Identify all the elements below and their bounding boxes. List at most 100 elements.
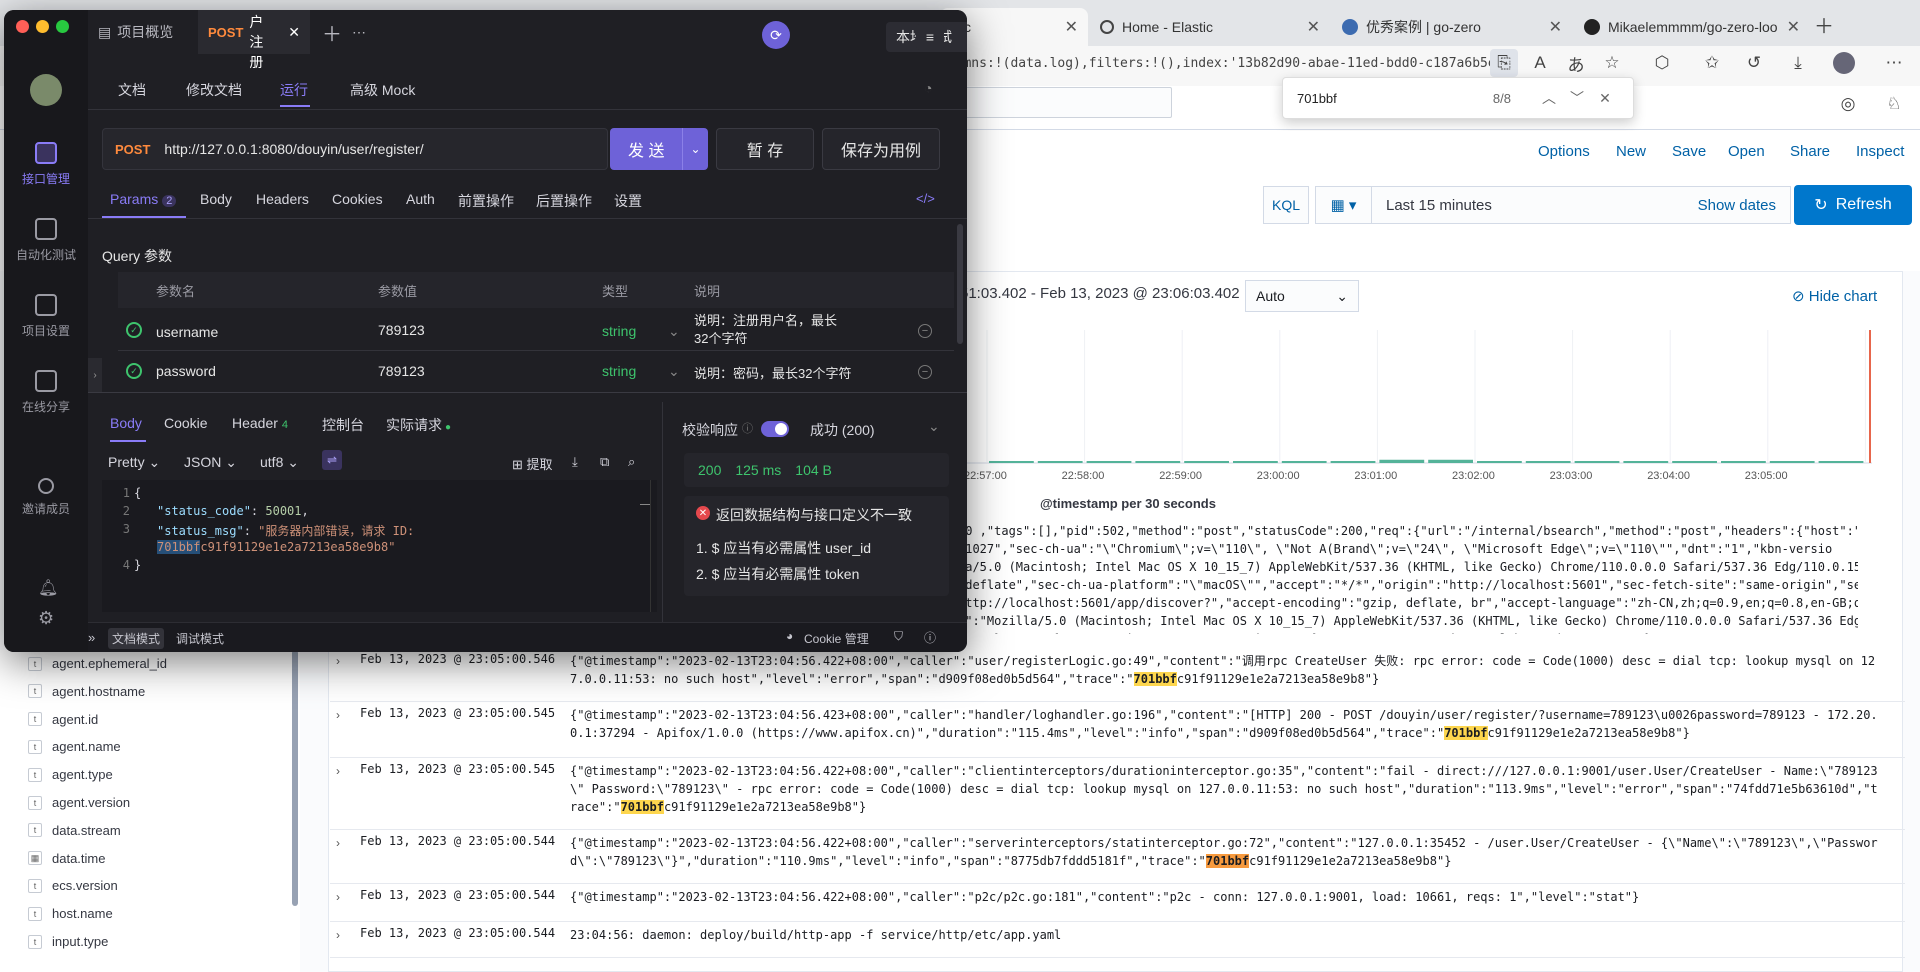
histogram-bar[interactable] xyxy=(1672,461,1717,463)
search-icon[interactable]: ⌕ xyxy=(628,454,635,470)
histogram-bar[interactable] xyxy=(1477,461,1522,463)
close-icon[interactable]: ✕ xyxy=(1307,17,1320,37)
close-window-button[interactable] xyxy=(16,20,29,33)
hide-chart-button[interactable]: ⊘ Hide chart xyxy=(1792,287,1877,305)
request-url[interactable]: http://127.0.0.1:8080/douyin/user/regist… xyxy=(164,141,423,157)
avatar[interactable] xyxy=(1833,52,1855,74)
favorites-icon[interactable]: ✩ xyxy=(1698,49,1726,77)
history-icon[interactable]: ↺ xyxy=(1740,49,1768,77)
field-item[interactable]: t agent.name xyxy=(28,739,121,754)
chevron-down-icon[interactable]: ⌄ xyxy=(928,418,940,435)
tab-register[interactable]: POST 用户注册 ✕ xyxy=(198,10,310,70)
extensions-icon[interactable]: ⬡ xyxy=(1648,49,1676,77)
sync-icon[interactable]: ⟳ xyxy=(762,21,790,49)
avatar[interactable] xyxy=(30,74,62,106)
close-icon[interactable]: ✕ xyxy=(1065,17,1078,37)
bell-icon[interactable]: 🔔︎ xyxy=(38,578,58,598)
histogram-bar[interactable] xyxy=(1623,461,1669,463)
check-icon[interactable]: ✓ xyxy=(126,322,142,338)
histogram-bar[interactable] xyxy=(989,461,1034,463)
field-item[interactable]: t data.stream xyxy=(28,823,121,838)
field-item[interactable]: t agent.hostname xyxy=(28,684,145,699)
histogram-bar[interactable] xyxy=(1379,459,1425,463)
menu-inspect[interactable]: Inspect xyxy=(1856,143,1904,160)
tab-edit-doc[interactable]: 修改文档 xyxy=(186,80,242,100)
validate-toggle[interactable] xyxy=(761,421,789,437)
chevron-down-icon[interactable]: ﹀ xyxy=(1563,88,1591,108)
encoding-select[interactable]: utf8 ⌄ xyxy=(260,454,299,471)
table-row[interactable]: › Feb 13, 2023 @ 23:05:00.544 {"@timestamp… xyxy=(330,830,1905,884)
favorite-add-icon[interactable]: ☆ xyxy=(1598,49,1626,77)
cookie-manager-button[interactable]: Cookie 管理 xyxy=(804,630,869,647)
request-method[interactable]: POST xyxy=(115,142,150,157)
menu-icon[interactable]: ≡ xyxy=(916,24,944,50)
language-icon[interactable]: あ xyxy=(1562,49,1590,77)
tab-doc[interactable]: 文档 xyxy=(118,80,146,100)
params-scrollbar[interactable] xyxy=(957,224,963,344)
chevron-right-icon[interactable]: › xyxy=(336,928,340,942)
browser-tab-github[interactable]: Mikaelemmmm/go-zero-looklo ✕ xyxy=(1574,8,1810,46)
validation-result-select[interactable]: 成功 (200) xyxy=(810,420,875,440)
find-input[interactable]: 701bbf xyxy=(1297,91,1493,106)
resp-tab-console[interactable]: 控制台 xyxy=(322,415,364,435)
browser-tab-home-elastic[interactable]: Home - Elastic ✕ xyxy=(1090,8,1330,46)
sidebar-item-share[interactable]: 在线分享 xyxy=(4,370,88,415)
help-icon[interactable]: ◎ xyxy=(1834,90,1862,118)
param-desc[interactable]: 说明：注册用户名，最长32个字符 xyxy=(694,312,844,348)
wrap-icon[interactable]: ⇌ xyxy=(322,450,342,470)
save-as-case-button[interactable]: 保存为用例 xyxy=(822,128,940,170)
table-row[interactable]: › Feb 13, 2023 @ 23:05:00.545 {"@timestamp… xyxy=(330,702,1905,758)
browser-tab-go-zero[interactable]: 优秀案例 | go-zero ✕ xyxy=(1332,8,1572,46)
histogram-bar[interactable] xyxy=(1574,461,1620,463)
minimize-window-button[interactable] xyxy=(36,20,49,33)
tab-project-overview[interactable]: ▤ 项目概览 xyxy=(88,10,198,54)
copy-icon[interactable]: ⧉ xyxy=(600,454,609,470)
calendar-icon[interactable]: ▦ ▾ xyxy=(1316,187,1372,223)
code-icon[interactable]: </> xyxy=(916,191,935,206)
translate-icon[interactable]: ⎘ xyxy=(1490,49,1518,77)
close-icon[interactable]: ✕ xyxy=(1787,17,1800,37)
tab-settings[interactable]: 设置 xyxy=(614,191,642,211)
debug-mode-button[interactable]: 调试模式 xyxy=(176,630,224,647)
sidebar-item-automation[interactable]: 自动化测试 xyxy=(4,218,88,263)
param-type[interactable]: string xyxy=(602,323,636,339)
tab-auth[interactable]: Auth xyxy=(406,191,435,207)
chevron-down-icon[interactable]: ⌄ xyxy=(682,128,708,170)
save-button[interactable]: 暂 存 xyxy=(716,128,814,170)
param-type[interactable]: string xyxy=(602,363,636,379)
resp-tab-body[interactable]: Body xyxy=(110,415,142,431)
table-row[interactable]: › Feb 13, 2023 @ 23:05:00.545 {"@timestamp… xyxy=(330,758,1905,830)
chevron-right-icon[interactable]: › xyxy=(336,890,340,904)
tab-headers[interactable]: Headers xyxy=(256,191,309,207)
histogram-bar[interactable] xyxy=(1086,461,1132,463)
field-item[interactable]: t host.name xyxy=(28,906,113,921)
sidebar-item-invite[interactable]: 邀请成员 xyxy=(4,478,88,517)
url-field[interactable]: olumns:!(data.log),filters:!(),index:'13… xyxy=(940,48,1500,80)
menu-share[interactable]: Share xyxy=(1790,143,1830,160)
tab-run[interactable]: 运行 xyxy=(280,80,308,100)
field-item[interactable]: ▦ data.time xyxy=(28,851,105,866)
read-aloud-icon[interactable]: A xyxy=(1526,49,1554,77)
field-item[interactable]: t agent.type xyxy=(28,767,113,782)
resp-tab-actual-request[interactable]: 实际请求 ● xyxy=(386,415,451,435)
histogram-bar[interactable] xyxy=(1525,461,1571,463)
chevron-down-icon[interactable]: ⌄ xyxy=(668,323,680,340)
close-icon[interactable]: ✕ xyxy=(288,24,300,41)
param-name[interactable]: username xyxy=(156,324,218,340)
chevron-right-icon[interactable]: › xyxy=(336,654,340,668)
resp-tab-header[interactable]: Header 4 xyxy=(232,415,288,431)
field-item[interactable]: t agent.version xyxy=(28,795,130,810)
param-value[interactable]: 789123 xyxy=(378,363,425,379)
request-url-field[interactable]: POST http://127.0.0.1:8080/douyin/user/r… xyxy=(102,128,608,170)
collapse-handle[interactable]: › xyxy=(88,358,102,392)
remove-icon[interactable]: − xyxy=(918,324,932,338)
show-dates-link[interactable]: Show dates xyxy=(1698,197,1790,214)
field-item[interactable]: t input.type xyxy=(28,934,108,949)
histogram-bar[interactable] xyxy=(1037,461,1083,463)
histogram-bar[interactable] xyxy=(1428,459,1473,463)
param-value[interactable]: 789123 xyxy=(378,322,425,338)
close-icon[interactable]: ✕ xyxy=(1549,17,1562,37)
help-icon[interactable]: ⓘ xyxy=(924,629,936,646)
send-button[interactable]: 发 送 ⌄ xyxy=(610,128,708,170)
histogram-bar[interactable] xyxy=(1233,461,1278,463)
